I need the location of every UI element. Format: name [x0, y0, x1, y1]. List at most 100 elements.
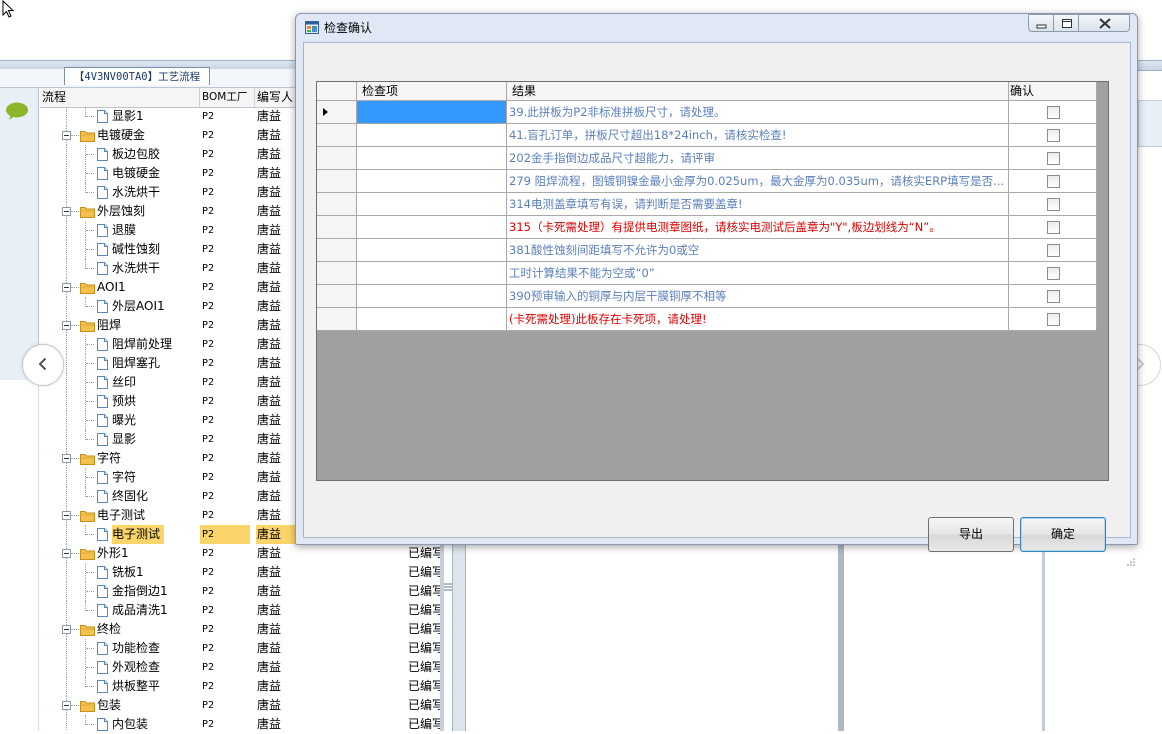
tree-folder-row[interactable]: 外形1 P2 唐益	[40, 544, 296, 563]
grid-row[interactable]: 381酸性蚀刻间距填写不允许为0或空	[317, 239, 1097, 262]
export-button[interactable]: 导出	[928, 517, 1014, 552]
grid-row[interactable]: 202金手指倒边成品尺寸超能力，请评审	[317, 147, 1097, 170]
tree-folder-row[interactable]: 包装 P2 唐益	[40, 696, 296, 715]
confirm-checkbox[interactable]	[1047, 267, 1060, 280]
check-item-cell[interactable]	[357, 239, 507, 262]
tree-leaf-row[interactable]: 电镀硬金 P2 唐益	[40, 164, 296, 183]
row-header[interactable]	[317, 239, 357, 262]
confirm-checkbox[interactable]	[1047, 244, 1060, 257]
tree-leaf-row[interactable]: 金指倒边1 P2 唐益	[40, 582, 296, 601]
check-item-cell[interactable]	[357, 262, 507, 285]
grid-row[interactable]: 390预审输入的铜厚与内层干膜铜厚不相等	[317, 285, 1097, 308]
column-header-check-item[interactable]: 检查项	[357, 82, 507, 101]
collapse-toggle-icon[interactable]	[62, 549, 71, 558]
check-item-cell[interactable]	[357, 124, 507, 147]
tree-leaf-row[interactable]: 板边包胶 P2 唐益	[40, 145, 296, 164]
ok-button[interactable]: 确定	[1020, 517, 1106, 552]
header-bom-factory[interactable]: BOM工厂	[200, 88, 255, 107]
chat-bubble-icon[interactable]	[5, 102, 29, 120]
tree-folder-row[interactable]: 外层蚀刻 P2 唐益	[40, 202, 296, 221]
tree-leaf-row[interactable]: 烘板整平 P2 唐益	[40, 677, 296, 696]
confirm-cell[interactable]	[1009, 239, 1097, 262]
tree-leaf-row[interactable]: 终固化 P2 唐益	[40, 487, 296, 506]
confirm-checkbox[interactable]	[1047, 313, 1060, 326]
check-item-cell[interactable]	[357, 170, 507, 193]
check-item-cell[interactable]	[357, 285, 507, 308]
collapse-toggle-icon[interactable]	[62, 511, 71, 520]
result-cell[interactable]: (卡死需处理)此板存在卡死项，请处理!	[507, 308, 1009, 331]
confirm-cell[interactable]	[1009, 216, 1097, 239]
result-cell[interactable]: 202金手指倒边成品尺寸超能力，请评审	[507, 147, 1009, 170]
confirm-checkbox[interactable]	[1047, 152, 1060, 165]
result-cell[interactable]: 279 阻焊流程，图镀铜镍金最小金厚为0.025um，最大金厚为0.035um，…	[507, 170, 1009, 193]
tree-leaf-row[interactable]: 丝印 P2 唐益	[40, 373, 296, 392]
row-header[interactable]	[317, 216, 357, 239]
tree-folder-row[interactable]: 字符 P2 唐益	[40, 449, 296, 468]
tree-leaf-row[interactable]: 曝光 P2 唐益	[40, 411, 296, 430]
confirm-cell[interactable]	[1009, 285, 1097, 308]
confirm-cell[interactable]	[1009, 193, 1097, 216]
tree-folder-row[interactable]: 电镀硬金 P2 唐益	[40, 126, 296, 145]
row-header[interactable]	[317, 262, 357, 285]
tree-folder-row[interactable]: 终检 P2 唐益	[40, 620, 296, 639]
confirm-cell[interactable]	[1009, 147, 1097, 170]
grid-row[interactable]: 315（卡死需处理）有提供电测章图纸，请核实电测试后盖章为"Y",板边划线为“N…	[317, 216, 1097, 239]
maximize-button[interactable]	[1053, 14, 1079, 32]
tree-leaf-row[interactable]: 碱性蚀刻 P2 唐益	[40, 240, 296, 259]
process-tree[interactable]: 显影1 P2 唐益 电镀硬金 P2 唐益 板边包胶 P2 唐益 电镀硬金 P2 唐益 水洗烘干 P2 唐益外…	[40, 107, 296, 731]
tree-leaf-row[interactable]: 外观检查 P2 唐益	[40, 658, 296, 677]
previous-button[interactable]	[22, 344, 64, 386]
tree-folder-row[interactable]: 阻焊 P2 唐益	[40, 316, 296, 335]
result-cell[interactable]: 390预审输入的铜厚与内层干膜铜厚不相等	[507, 285, 1009, 308]
tree-leaf-row[interactable]: 内包装 P2 唐益	[40, 715, 296, 731]
grid-row[interactable]: 39.此拼板为P2非标准拼板尺寸，请处理。	[317, 101, 1097, 124]
collapse-toggle-icon[interactable]	[62, 131, 71, 140]
tree-folder-row[interactable]: AOI1 P2 唐益	[40, 278, 296, 297]
check-results-grid[interactable]: 检查项 结果 确认 39.此拼板为P2非标准拼板尺寸，请处理。 41.盲孔订单，拼…	[316, 81, 1109, 481]
tree-leaf-row[interactable]: 水洗烘干 P2 唐益	[40, 183, 296, 202]
confirm-checkbox[interactable]	[1047, 290, 1060, 303]
row-header[interactable]	[317, 101, 357, 124]
check-item-cell[interactable]	[357, 101, 507, 124]
grid-row[interactable]: 41.盲孔订单，拼板尺寸超出18*24inch，请核实检查!	[317, 124, 1097, 147]
column-header-confirm[interactable]: 确认	[1009, 82, 1097, 101]
header-flow[interactable]: 流程	[40, 88, 200, 107]
grid-row[interactable]: 314电测盖章填写有误，请判断是否需要盖章!	[317, 193, 1097, 216]
dialog-titlebar[interactable]: 检查确认	[296, 14, 1137, 42]
tree-leaf-row[interactable]: 阻焊塞孔 P2 唐益	[40, 354, 296, 373]
confirm-cell[interactable]	[1009, 170, 1097, 193]
header-author[interactable]: 编写人	[255, 88, 296, 107]
close-button[interactable]	[1078, 14, 1130, 32]
check-item-cell[interactable]	[357, 216, 507, 239]
tree-leaf-row[interactable]: 预烘 P2 唐益	[40, 392, 296, 411]
check-item-cell[interactable]	[357, 308, 507, 331]
result-cell[interactable]: 41.盲孔订单，拼板尺寸超出18*24inch，请核实检查!	[507, 124, 1009, 147]
row-header[interactable]	[317, 124, 357, 147]
tree-leaf-row[interactable]: 电子测试 P2 唐益	[40, 525, 296, 544]
result-cell[interactable]: 381酸性蚀刻间距填写不允许为0或空	[507, 239, 1009, 262]
confirm-checkbox[interactable]	[1047, 198, 1060, 211]
grid-row[interactable]: (卡死需处理)此板存在卡死项，请处理!	[317, 308, 1097, 331]
row-header[interactable]	[317, 170, 357, 193]
result-cell[interactable]: 315（卡死需处理）有提供电测章图纸，请核实电测试后盖章为"Y",板边划线为“N…	[507, 216, 1009, 239]
tree-folder-row[interactable]: 电子测试 P2 唐益	[40, 506, 296, 525]
tree-leaf-row[interactable]: 功能检查 P2 唐益	[40, 639, 296, 658]
confirm-checkbox[interactable]	[1047, 175, 1060, 188]
grid-row[interactable]: 279 阻焊流程，图镀铜镍金最小金厚为0.025um，最大金厚为0.035um，…	[317, 170, 1097, 193]
confirm-cell[interactable]	[1009, 101, 1097, 124]
check-item-cell[interactable]	[357, 193, 507, 216]
tree-leaf-row[interactable]: 铣板1 P2 唐益	[40, 563, 296, 582]
vertical-scrollbar[interactable]	[452, 540, 466, 731]
minimize-button[interactable]	[1028, 14, 1054, 32]
check-item-cell[interactable]	[357, 147, 507, 170]
tab-process-flow[interactable]: 【4V3NV00TA0】工艺流程	[64, 67, 210, 85]
splitter[interactable]	[440, 540, 444, 731]
collapse-toggle-icon[interactable]	[62, 454, 71, 463]
result-cell[interactable]: 工时计算结果不能为空或“0”	[507, 262, 1009, 285]
tree-leaf-row[interactable]: 外层AOI1 P2 唐益	[40, 297, 296, 316]
column-header-result[interactable]: 结果	[507, 82, 1009, 101]
row-header[interactable]	[317, 285, 357, 308]
tree-leaf-row[interactable]: 退膜 P2 唐益	[40, 221, 296, 240]
resize-grip-icon[interactable]	[1126, 557, 1136, 567]
collapse-toggle-icon[interactable]	[62, 207, 71, 216]
